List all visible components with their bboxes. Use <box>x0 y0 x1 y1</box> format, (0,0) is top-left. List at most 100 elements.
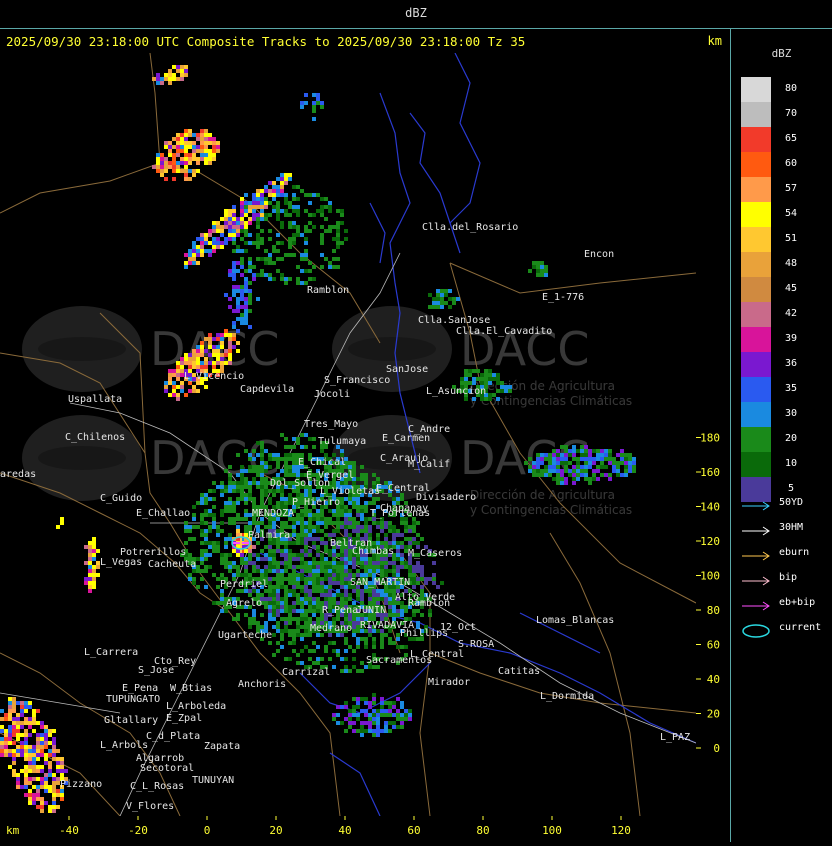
echo-pixel <box>344 569 348 573</box>
echo-pixel <box>412 521 416 525</box>
echo-pixel <box>332 225 336 229</box>
echo-pixel <box>564 481 568 485</box>
echo-pixel <box>292 577 296 581</box>
echo-pixel <box>276 241 280 245</box>
echo-pixel <box>232 249 236 253</box>
echo-pixel <box>372 589 376 593</box>
echo-pixel <box>276 473 280 477</box>
echo-pixel <box>552 461 556 465</box>
echo-pixel <box>364 557 368 561</box>
echo-pixel <box>304 561 308 565</box>
echo-pixel <box>260 257 264 261</box>
echo-pixel <box>380 701 384 705</box>
echo-pixel <box>300 253 304 257</box>
echo-pixel <box>488 397 492 401</box>
echo-pixel <box>272 577 276 581</box>
echo-pixel <box>172 169 176 173</box>
echo-pixel <box>308 553 312 557</box>
echo-pixel <box>288 445 292 449</box>
echo-pixel <box>256 197 260 201</box>
echo-pixel <box>232 285 236 289</box>
echo-pixel <box>400 713 404 717</box>
echo-pixel <box>380 569 384 573</box>
echo-pixel <box>324 569 328 573</box>
echo-pixel <box>388 705 392 709</box>
echo-pixel <box>296 281 300 285</box>
echo-pixel <box>360 637 364 641</box>
echo-pixel <box>240 465 244 469</box>
echo-pixel <box>184 261 188 265</box>
echo-pixel <box>544 457 548 461</box>
echo-pixel <box>24 753 28 757</box>
echo-pixel <box>280 273 284 277</box>
echo-pixel <box>280 573 284 577</box>
echo-pixel <box>248 561 252 565</box>
echo-pixel <box>368 501 372 505</box>
echo-pixel <box>208 157 212 161</box>
echo-pixel <box>300 525 304 529</box>
echo-pixel <box>0 749 4 753</box>
echo-pixel <box>296 229 300 233</box>
echo-pixel <box>248 233 252 237</box>
echo-pixel <box>420 565 424 569</box>
echo-pixel <box>232 509 236 513</box>
echo-pixel <box>204 549 208 553</box>
echo-pixel <box>364 521 368 525</box>
echo-pixel <box>176 149 180 153</box>
echo-pixel <box>272 181 276 185</box>
echo-pixel <box>200 529 204 533</box>
echo-pixel <box>336 573 340 577</box>
echo-pixel <box>204 133 208 137</box>
echo-pixel <box>236 481 240 485</box>
echo-pixel <box>288 177 292 181</box>
echo-pixel <box>280 525 284 529</box>
echo-pixel <box>388 541 392 545</box>
echo-pixel <box>376 565 380 569</box>
echo-pixel <box>196 261 200 265</box>
echo-pixel <box>164 385 168 389</box>
echo-pixel <box>368 725 372 729</box>
echo-pixel <box>352 589 356 593</box>
echo-pixel <box>372 721 376 725</box>
echo-pixel <box>256 193 260 197</box>
echo-pixel <box>532 261 536 265</box>
echo-pixel <box>276 501 280 505</box>
echo-pixel <box>364 525 368 529</box>
echo-pixel <box>276 573 280 577</box>
echo-pixel <box>256 189 260 193</box>
echo-pixel <box>240 197 244 201</box>
echo-pixel <box>316 569 320 573</box>
echo-pixel <box>376 733 380 737</box>
echo-pixel <box>332 513 336 517</box>
echo-pixel <box>432 581 436 585</box>
echo-pixel <box>396 497 400 501</box>
echo-pixel <box>180 69 184 73</box>
echo-pixel <box>272 653 276 657</box>
echo-pixel <box>412 581 416 585</box>
echo-pixel <box>324 561 328 565</box>
echo-pixel <box>308 509 312 513</box>
echo-pixel <box>264 625 268 629</box>
echo-pixel <box>200 241 204 245</box>
echo-pixel <box>264 185 268 189</box>
echo-pixel <box>32 721 36 725</box>
echo-pixel <box>256 273 260 277</box>
echo-pixel <box>424 577 428 581</box>
echo-pixel <box>192 153 196 157</box>
echo-pixel <box>216 485 220 489</box>
echo-pixel <box>272 569 276 573</box>
echo-pixel <box>244 305 248 309</box>
echo-pixel <box>228 213 232 217</box>
echo-pixel <box>396 609 400 613</box>
echo-pixel <box>396 557 400 561</box>
echo-pixel <box>220 601 224 605</box>
echo-pixel <box>356 521 360 525</box>
echo-pixel <box>292 633 296 637</box>
echo-pixel <box>20 713 24 717</box>
echo-pixel <box>276 217 280 221</box>
echo-pixel <box>192 365 196 369</box>
echo-pixel <box>232 565 236 569</box>
radar-map-canvas[interactable]: DACC DACC Dirección de Agricultura y Con… <box>0 53 696 816</box>
radar-map[interactable]: DACC DACC Dirección de Agricultura y Con… <box>0 53 696 816</box>
echo-pixel <box>288 525 292 529</box>
